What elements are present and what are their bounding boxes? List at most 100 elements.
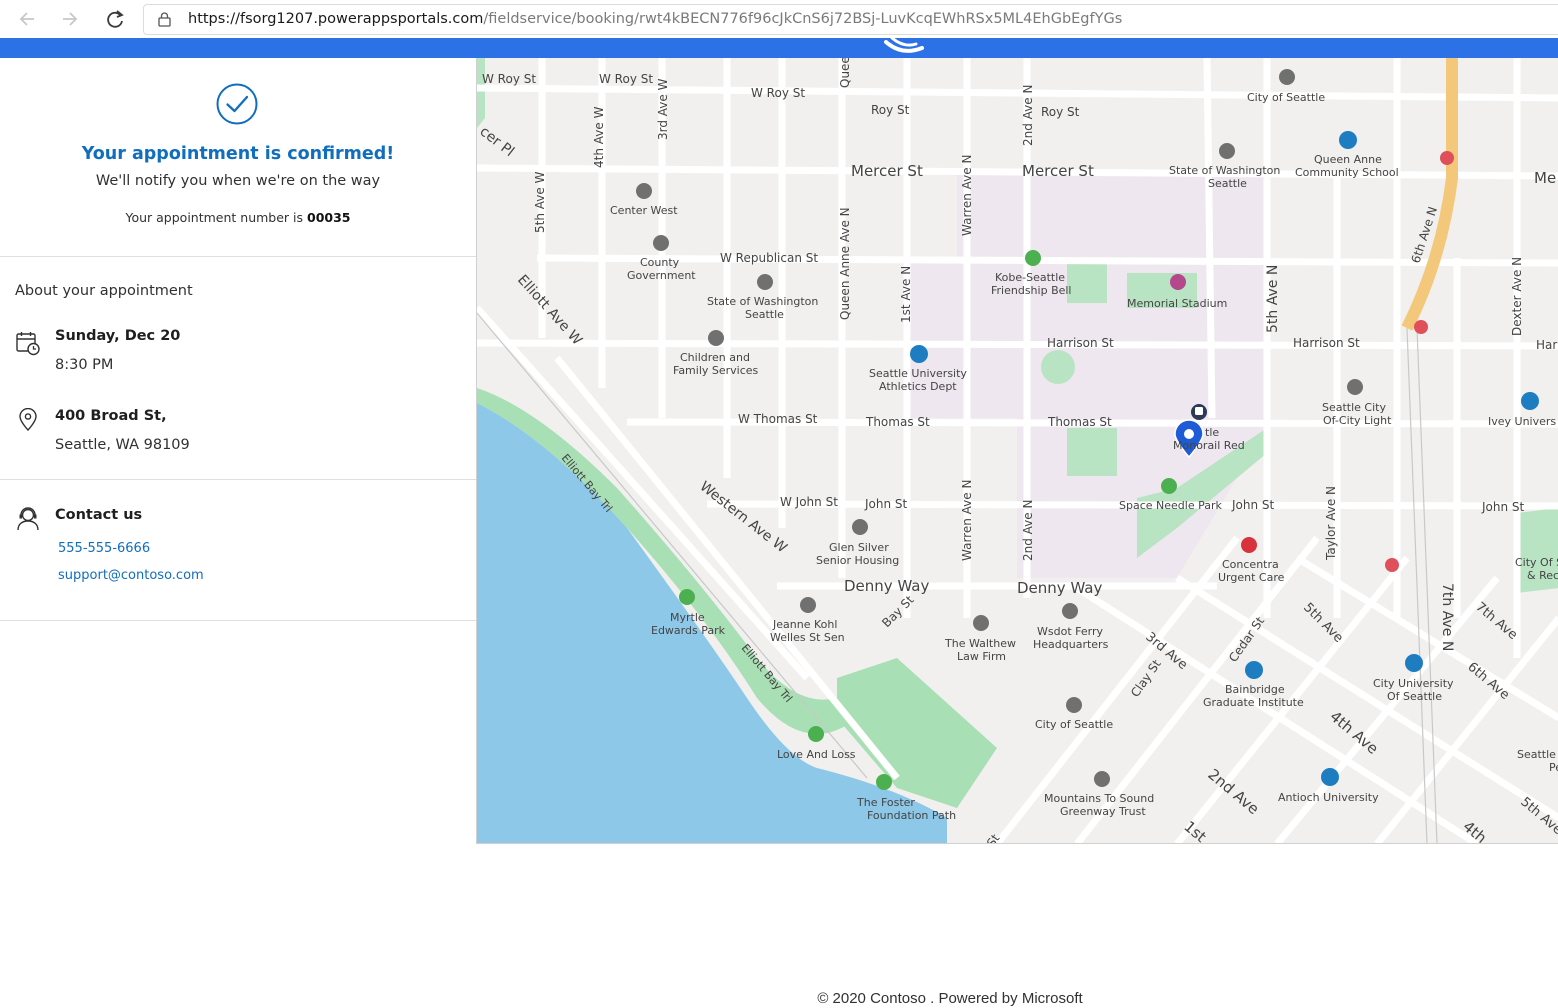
map-label: Pe [1549, 761, 1558, 774]
forward-arrow-icon[interactable] [55, 4, 85, 34]
confirmation-title: Your appointment is confirmed! [81, 144, 395, 164]
address-line-1: 400 Broad St, [55, 408, 167, 424]
map-label: Seattle University [869, 367, 967, 380]
appointment-panel: Your appointment is confirmed! We'll not… [0, 58, 476, 844]
map-label: City of Seattle [1247, 91, 1325, 104]
address-bar[interactable]: https://fsorg1207.powerappsportals.com/f… [143, 4, 1558, 35]
map-label: Government [627, 269, 696, 282]
map-label: Seattle City [1322, 401, 1386, 414]
map-label: W Roy St [751, 86, 805, 100]
map-label: Monorail Red [1173, 439, 1245, 452]
appointment-number-label: Your appointment number is [125, 210, 304, 225]
portal-header [0, 38, 1558, 58]
map-label: Love And Loss [777, 748, 856, 761]
map-label: 2nd Ave N [1021, 500, 1035, 561]
map-label: Dexter Ave N [1510, 257, 1524, 336]
map-label: Seattle [745, 308, 784, 321]
map-label: Wsdot Ferry [1037, 625, 1103, 638]
map-label: Headquarters [1033, 638, 1109, 651]
map-label: Roy St [1041, 105, 1080, 119]
map-label: Family Services [673, 364, 759, 377]
map-label: Friendship Bell [991, 284, 1072, 297]
map-label: & Recreati [1527, 569, 1558, 582]
map-label: Warren Ave N [960, 480, 974, 561]
map-label: Athletics Dept [879, 380, 957, 393]
map-label: Children and [680, 351, 750, 364]
url-text[interactable]: https://fsorg1207.powerappsportals.com/f… [188, 11, 1122, 27]
map-view[interactable]: W Roy St W Roy St W Roy St Roy St Roy St… [476, 58, 1558, 844]
appointment-date: Sunday, Dec 20 [55, 328, 181, 344]
map-label: Queen Anne [1314, 153, 1382, 166]
map-label: Mercer St [1022, 162, 1094, 180]
portal-logo-icon[interactable] [880, 38, 930, 58]
reload-icon[interactable] [100, 4, 130, 34]
map-label: Bainbridge [1225, 683, 1285, 696]
map-label: Edwards Park [651, 624, 726, 637]
map-label: Center West [610, 204, 678, 217]
appointment-number-line: Your appointment number is 00035 [0, 210, 476, 225]
map-label: Senior Housing [816, 554, 899, 567]
map-label: Ivey Univers [1488, 415, 1556, 428]
map-label: Glen Silver [829, 541, 889, 554]
map-label: 3rd Ave W [656, 78, 670, 140]
map-label: Roy St [871, 103, 910, 117]
map-label: Me [1534, 169, 1556, 187]
map-label: City of Seattle [1035, 718, 1113, 731]
map-label: Thomas St [865, 415, 930, 429]
appointment-time: 8:30 PM [55, 357, 114, 373]
lock-icon [158, 12, 171, 27]
map-label: Harrison St [1293, 336, 1360, 350]
map-label: The Walthew [944, 637, 1016, 650]
map-label: Denny Way [1017, 579, 1103, 597]
map-label: Community School [1295, 166, 1399, 179]
divider [0, 256, 476, 257]
map-label: The Foster [856, 796, 915, 809]
map-label: Queen Anne Ave N [838, 207, 852, 320]
contact-email-link[interactable]: support@contoso.com [58, 568, 204, 583]
map-label: John St [1231, 498, 1275, 512]
divider [0, 479, 476, 480]
map-label: W Thomas St [738, 412, 818, 426]
page-footer: © 2020 Contoso . Powered by Microsoft [817, 990, 1083, 1007]
calendar-clock-icon [16, 332, 40, 356]
map-label: Urgent Care [1218, 571, 1285, 584]
central-lawn [1041, 350, 1075, 384]
map-label: Kobe-Seattle [995, 271, 1065, 284]
map-label: John St [1481, 500, 1525, 514]
map-label: Graduate Institute [1203, 696, 1304, 709]
map-label: Of-City Light [1323, 414, 1392, 427]
map-label: Thomas St [1047, 415, 1112, 429]
divider [0, 620, 476, 621]
map-label: 7th Ave N [1439, 583, 1455, 651]
map-label: State of Washington [707, 295, 818, 308]
map-label: Welles St Sen [770, 631, 845, 644]
address-line-2: Seattle, WA 98109 [55, 437, 190, 453]
map-label: Seattle [1517, 748, 1556, 761]
contact-phone-link[interactable]: 555-555-6666 [58, 541, 150, 556]
park-edge [477, 58, 485, 128]
park-block [1067, 428, 1117, 476]
map-label: 1st Ave N [899, 266, 913, 323]
map-label: Har [1536, 338, 1557, 352]
map-label: W Roy St [482, 72, 536, 86]
kobe-bell-park [1067, 263, 1107, 303]
url-path: /fieldservice/booking/rwt4kBECN776f96cJk… [483, 11, 1123, 27]
map-label: W John St [780, 495, 838, 509]
transit-icon [1191, 404, 1207, 420]
confirmation-subtitle: We'll notify you when we're on the way [95, 173, 381, 189]
contact-person-icon [17, 507, 39, 531]
map-label: Warren Ave N [960, 155, 974, 236]
map-label: Foundation Path [867, 809, 956, 822]
map-label: Concentra [1222, 558, 1279, 571]
map-label: Law Firm [957, 650, 1006, 663]
map-label: 4th Ave W [592, 106, 606, 168]
map-label: Greenway Trust [1060, 805, 1146, 818]
map-label: Of Seattle [1387, 690, 1442, 703]
map-label: W Roy St [599, 72, 653, 86]
map-label: Harrison St [1047, 336, 1114, 350]
browser-toolbar: https://fsorg1207.powerappsportals.com/f… [0, 0, 1558, 38]
map-canvas[interactable]: W Roy St W Roy St W Roy St Roy St Roy St… [477, 58, 1558, 844]
appointment-number: 00035 [307, 210, 351, 225]
map-label: tle [1205, 426, 1219, 439]
back-arrow-icon[interactable] [12, 4, 42, 34]
